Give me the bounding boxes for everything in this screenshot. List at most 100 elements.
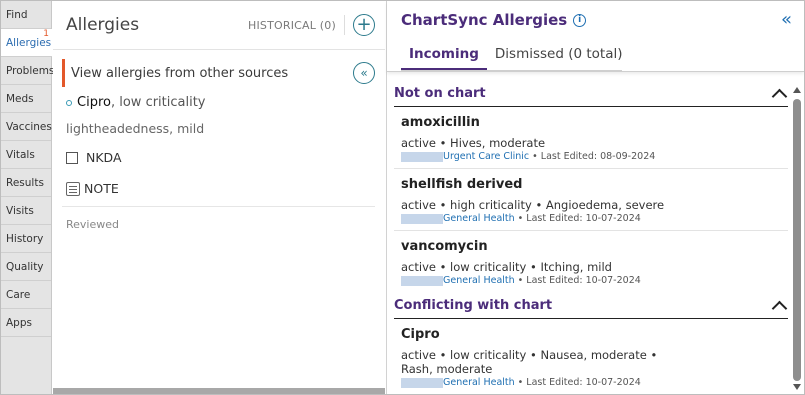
- source-link[interactable]: General Health: [443, 275, 515, 286]
- nkda-checkbox[interactable]: [66, 151, 78, 164]
- rail-tab-apps[interactable]: Apps: [1, 309, 51, 337]
- collapse-panel-button[interactable]: «: [353, 62, 375, 84]
- historical-link[interactable]: HISTORICAL (0): [248, 19, 336, 32]
- allergy-source-row: Urgent Care Clinic • Last Edited: 08-09-…: [401, 151, 788, 162]
- incoming-allergy-card[interactable]: vancomycin active • low criticality • It…: [394, 231, 788, 292]
- section-title: Conflicting with chart: [394, 297, 553, 313]
- rail-tab-vaccines[interactable]: Vaccines: [1, 113, 52, 141]
- allergy-detail: active • low criticality • Itching, mild: [401, 260, 612, 274]
- allergy-name: amoxicillin: [401, 115, 480, 130]
- reviewed-status: Reviewed: [66, 218, 119, 231]
- app-window: Find Allergies 1 Problems Meds Vaccines V…: [0, 0, 805, 395]
- scrollbar-thumb[interactable]: [793, 99, 801, 381]
- double-chevron-left-icon[interactable]: «: [781, 9, 792, 30]
- allergy-entry[interactable]: Cipro , low criticality: [66, 95, 385, 110]
- section-title: Not on chart: [394, 85, 486, 101]
- rail-tab-problems[interactable]: Problems: [1, 57, 55, 85]
- rail-tab-history[interactable]: History: [1, 225, 51, 253]
- allergy-name: Cipro: [401, 327, 440, 342]
- rail-tab-label: Vaccines: [6, 121, 52, 133]
- rail-tab-label: Apps: [6, 317, 32, 329]
- vertical-scrollbar[interactable]: [792, 87, 802, 390]
- rail-tab-allergies[interactable]: Allergies 1: [1, 29, 52, 57]
- incoming-allergy-card[interactable]: amoxicillin active • Hives, moderate Urg…: [394, 107, 788, 169]
- allergy-source-row: General Health • Last Edited: 10-07-2024: [401, 275, 788, 286]
- tabs-underline: [401, 70, 622, 71]
- source-link[interactable]: General Health: [443, 213, 515, 224]
- rail-tab-results[interactable]: Results: [1, 169, 51, 197]
- tab-incoming[interactable]: Incoming: [401, 46, 487, 71]
- chartsync-header: ChartSync Allergies i « Incoming Dismiss…: [387, 1, 804, 72]
- chartsync-pane: ChartSync Allergies i « Incoming Dismiss…: [386, 1, 804, 394]
- bullet-circle-icon: [66, 99, 72, 106]
- note-row[interactable]: NOTE: [66, 181, 385, 196]
- tab-dismissed[interactable]: Dismissed (0 total): [487, 46, 631, 71]
- chartsync-title: ChartSync Allergies: [401, 11, 568, 29]
- incoming-allergy-card[interactable]: shellfish derived active • high critical…: [394, 169, 788, 231]
- add-allergy-button[interactable]: +: [353, 14, 375, 36]
- double-chevron-left-icon: «: [360, 66, 368, 80]
- side-tab-rail: Find Allergies 1 Problems Meds Vaccines V…: [1, 1, 55, 394]
- rail-tab-meds[interactable]: Meds: [1, 85, 51, 113]
- rail-tab-label: Find: [6, 9, 28, 21]
- scroll-up-arrow-icon[interactable]: [793, 87, 801, 93]
- allergy-name: shellfish derived: [401, 177, 523, 192]
- rail-tab-label: Problems: [6, 65, 55, 77]
- divider: [62, 206, 375, 207]
- rail-tab-label: Vitals: [6, 149, 35, 161]
- allergy-detail: active • Hives, moderate: [401, 136, 546, 150]
- view-other-sources-row[interactable]: View allergies from other sources «: [62, 59, 375, 87]
- rail-tab-label: Quality: [6, 261, 44, 273]
- header-divider: [344, 15, 345, 35]
- allergy-source-row: General Health • Last Edited: 10-07-2024: [401, 377, 788, 388]
- allergy-detail: active • low criticality • Nausea, moder…: [401, 348, 788, 376]
- allergy-detail-line: active • low criticality • Nausea, moder…: [401, 348, 658, 362]
- chartsync-list: Not on chart amoxicillin active • Hives,…: [387, 72, 792, 394]
- rail-tab-label: Meds: [6, 93, 34, 105]
- redacted-block: [401, 377, 443, 388]
- info-icon[interactable]: i: [573, 13, 587, 27]
- nkda-label: NKDA: [86, 150, 122, 165]
- allergy-criticality: , low criticality: [110, 95, 206, 110]
- chevron-up-icon[interactable]: [772, 299, 784, 311]
- source-link[interactable]: Urgent Care Clinic: [443, 151, 529, 162]
- rail-tab-label: Visits: [6, 205, 34, 217]
- allergies-header: Allergies HISTORICAL (0) +: [53, 1, 385, 50]
- conflicting-allergy-card[interactable]: Cipro active • low criticality • Nausea,…: [394, 319, 788, 394]
- source-link[interactable]: General Health: [443, 377, 515, 388]
- redacted-block: [401, 151, 443, 162]
- scroll-down-arrow-icon[interactable]: [793, 384, 801, 390]
- section-header-not-on-chart[interactable]: Not on chart: [394, 80, 788, 107]
- chartsync-tabs: Incoming Dismissed (0 total): [401, 46, 631, 71]
- allergy-name: vancomycin: [401, 239, 488, 254]
- rail-tab-label: History: [6, 233, 44, 245]
- chartsync-title-row: ChartSync Allergies i: [401, 11, 587, 29]
- rail-tab-care[interactable]: Care: [1, 281, 51, 309]
- rail-tab-vitals[interactable]: Vitals: [1, 141, 51, 169]
- redacted-block: [401, 275, 443, 286]
- last-edited: • Last Edited: 10-07-2024: [517, 275, 641, 286]
- allergy-detail-line: Rash, moderate: [401, 362, 493, 376]
- alert-count-badge: 1: [43, 29, 49, 39]
- note-label: NOTE: [84, 181, 119, 196]
- rail-tab-label: Results: [6, 177, 44, 189]
- allergy-name: Cipro: [77, 95, 111, 110]
- note-icon: [66, 181, 80, 196]
- rail-tab-quality[interactable]: Quality: [1, 253, 51, 281]
- chevron-up-icon[interactable]: [772, 87, 784, 99]
- allergy-source-row: General Health • Last Edited: 10-07-2024: [401, 213, 788, 224]
- view-other-sources-label: View allergies from other sources: [71, 65, 289, 81]
- plus-icon: +: [356, 14, 372, 35]
- allergy-reaction: lightheadedness, mild: [66, 121, 205, 136]
- allergy-detail: active • high criticality • Angioedema, …: [401, 198, 665, 212]
- section-header-conflicting[interactable]: Conflicting with chart: [394, 292, 788, 319]
- last-edited: • Last Edited: 08-09-2024: [532, 151, 656, 162]
- horizontal-scrollbar[interactable]: [53, 388, 385, 394]
- rail-tab-visits[interactable]: Visits: [1, 197, 51, 225]
- allergies-title: Allergies: [66, 15, 140, 35]
- nkda-row[interactable]: NKDA: [66, 150, 385, 165]
- allergies-pane: Allergies HISTORICAL (0) + View allergie…: [53, 1, 385, 394]
- rail-tab-label: Care: [6, 289, 31, 301]
- last-edited: • Last Edited: 10-07-2024: [517, 213, 641, 224]
- last-edited: • Last Edited: 10-07-2024: [517, 377, 641, 388]
